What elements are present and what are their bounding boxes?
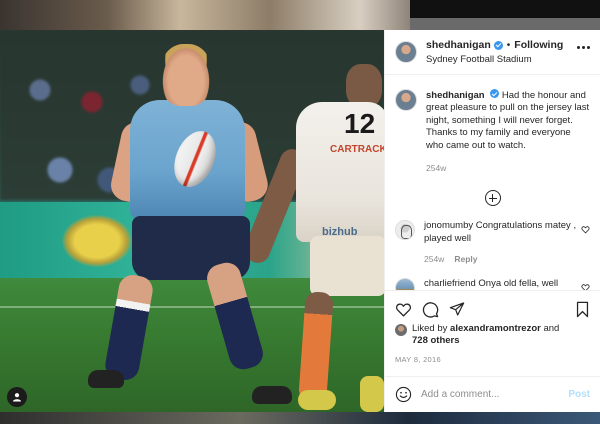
- comment-timestamp[interactable]: 254w: [424, 253, 444, 265]
- following-button[interactable]: Following: [514, 39, 563, 51]
- background-top-strip: [0, 0, 600, 30]
- add-comment-bar: Post: [385, 376, 600, 412]
- background-bottom-strip: [0, 412, 600, 424]
- post-header-text: shedhanigan • Following Sydney Football …: [426, 39, 563, 65]
- comment-item: jonomumby Congratulations matey , played…: [395, 220, 590, 265]
- share-icon[interactable]: [449, 301, 465, 317]
- post-header: shedhanigan • Following Sydney Football …: [385, 30, 600, 75]
- liker-username[interactable]: alexandramontrezor: [450, 323, 541, 334]
- caption-username[interactable]: shedhanigan: [426, 90, 485, 101]
- caption-body: shedhanigan Had the honour and great ple…: [426, 89, 590, 174]
- avatar[interactable]: [395, 220, 415, 241]
- bookmark-icon[interactable]: [575, 301, 590, 318]
- player1-head: [160, 44, 212, 106]
- load-more-comments-icon[interactable]: [484, 190, 501, 207]
- background-grey-block: [410, 18, 600, 30]
- comment-meta: 254w Reply: [424, 253, 584, 265]
- player2-shorts-text: bizhub: [322, 226, 358, 238]
- likes-joiner: and: [543, 323, 560, 334]
- post-photo[interactable]: 12 CARTRACK bizhub: [0, 30, 384, 412]
- reply-button[interactable]: Reply: [454, 253, 477, 265]
- load-more-comments: [395, 190, 590, 207]
- verified-badge-icon: [493, 40, 503, 50]
- player2-sponsor: CARTRACK: [330, 144, 384, 155]
- player2-shorts: [310, 236, 384, 296]
- post-location[interactable]: Sydney Football Stadium: [426, 54, 563, 65]
- heart-icon[interactable]: [581, 283, 590, 290]
- player2-boot-rear: [360, 376, 384, 412]
- post-header-line: shedhanigan • Following: [426, 39, 563, 51]
- separator-dot: •: [506, 39, 511, 51]
- comment-username[interactable]: jonomumby: [424, 220, 473, 231]
- post-caption: shedhanigan Had the honour and great ple…: [395, 89, 590, 174]
- player1-right-boot: [252, 386, 292, 404]
- likes-text: Liked by alexandramontrezor and 728 othe…: [412, 323, 559, 347]
- emoji-icon[interactable]: [395, 386, 412, 403]
- comments-area: shedhanigan Had the honour and great ple…: [385, 75, 600, 290]
- avatar[interactable]: [395, 277, 415, 290]
- comment-body: charliefriend Onya old fella, well deser…: [424, 278, 584, 290]
- heart-icon[interactable]: [395, 301, 412, 318]
- verified-badge-icon: [490, 89, 500, 98]
- avatar[interactable]: [395, 41, 417, 63]
- likes-summary: Liked by alexandramontrezor and 728 othe…: [395, 323, 590, 347]
- post-author-username[interactable]: shedhanigan: [426, 39, 491, 51]
- comment-username[interactable]: charliefriend: [424, 278, 476, 289]
- post-actions: Liked by alexandramontrezor and 728 othe…: [385, 290, 600, 376]
- post-date[interactable]: MAY 8, 2016: [395, 355, 590, 364]
- more-options-icon[interactable]: [577, 46, 590, 49]
- player2-boot: [298, 390, 336, 410]
- comment-item: charliefriend Onya old fella, well deser…: [395, 277, 590, 290]
- action-row: [395, 297, 590, 321]
- caption-timestamp[interactable]: 254w: [426, 162, 590, 174]
- player1-left-boot: [88, 370, 124, 388]
- background-dark-block: [410, 0, 600, 18]
- liker-avatar[interactable]: [395, 324, 407, 336]
- add-comment-input[interactable]: [421, 389, 569, 400]
- avatar[interactable]: [395, 89, 417, 111]
- player2-jersey-number: 12: [344, 108, 376, 139]
- user-tag-icon[interactable]: [7, 387, 27, 407]
- post-side-panel: shedhanigan • Following Sydney Football …: [384, 30, 600, 412]
- photo-ad-logo: [62, 215, 132, 267]
- post-comment-button[interactable]: Post: [568, 389, 590, 400]
- comment-icon[interactable]: [422, 301, 439, 318]
- likes-prefix: Liked by: [412, 323, 448, 334]
- heart-icon[interactable]: [581, 225, 590, 234]
- likes-others-link[interactable]: 728 others: [412, 335, 460, 346]
- comment-body: jonomumby Congratulations matey , played…: [424, 220, 584, 265]
